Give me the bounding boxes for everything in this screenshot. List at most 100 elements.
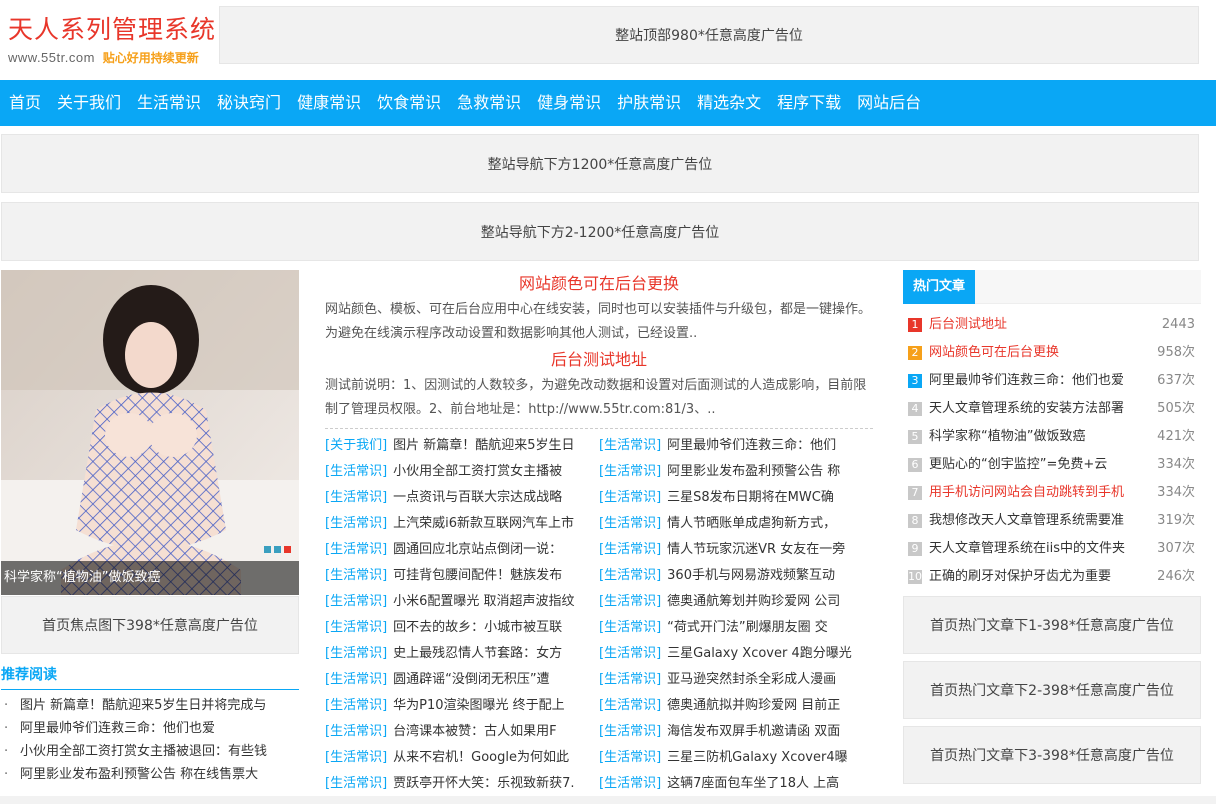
article-category-link[interactable]: [生活常识] [599, 464, 661, 479]
recommend-item-title[interactable]: 阿里影业发布盈利预警公告 称在线售票大 [20, 767, 258, 782]
hot-item-title[interactable]: 更贴心的“创宇监控”=免费+云 [929, 451, 1149, 479]
article-category-link[interactable]: [生活常识] [599, 568, 661, 583]
hot-item-title[interactable]: 正确的刷牙对保护牙齿尤为重要 [929, 563, 1149, 591]
recommend-item-title[interactable]: 阿里最帅爷们连救三命：他们也爱 [20, 721, 215, 736]
article-title-link[interactable]: 华为P10渲染图曝光 终于配上 [393, 698, 565, 713]
nav-item[interactable]: 饮食常识 [369, 80, 449, 126]
article-category-link[interactable]: [生活常识] [599, 438, 661, 453]
article-category-link[interactable]: [生活常识] [325, 724, 387, 739]
article-category-link[interactable]: [生活常识] [325, 594, 387, 609]
nav-item[interactable]: 首页 [1, 80, 49, 126]
hot-item-title[interactable]: 阿里最帅爷们连救三命：他们也爱 [929, 367, 1149, 395]
hot-item-title[interactable]: 网站颜色可在后台更换 [929, 339, 1149, 367]
ad-below-hot-2[interactable]: 首页热门文章下2-398*任意高度广告位 [903, 661, 1201, 719]
article-category-link[interactable]: [生活常识] [325, 646, 387, 661]
hot-item-title[interactable]: 用手机访问网站会自动跳转到手机 [929, 479, 1149, 507]
article-title-link[interactable]: 阿里影业发布盈利预警公告 称 [667, 464, 840, 479]
site-logo[interactable]: 天人系列管理系统 www.55tr.com 贴心好用持续更新 [8, 10, 215, 70]
article-category-link[interactable]: [生活常识] [325, 750, 387, 765]
hot-item[interactable]: 8 我想修改天人文章管理系统需要准 319次 [903, 507, 1201, 535]
hot-item-title[interactable]: 科学家称“植物油”做饭致癌 [929, 423, 1149, 451]
nav-item[interactable]: 精选杂文 [689, 80, 769, 126]
article-title-link[interactable]: 德奥通航拟并购珍爱网 目前正 [667, 698, 840, 713]
article-title-link[interactable]: 圆通辟谣“没倒闭无积压”遭 [393, 672, 549, 687]
slide-dot[interactable] [274, 546, 281, 553]
article-category-link[interactable]: [生活常识] [599, 724, 661, 739]
hot-item[interactable]: 6 更贴心的“创宇监控”=免费+云 334次 [903, 451, 1201, 479]
article-category-link[interactable]: [生活常识] [599, 646, 661, 661]
hot-item-title[interactable]: 后台测试地址 [929, 311, 1149, 339]
article-title-link[interactable]: 海信发布双屏手机邀请函 双面 [667, 724, 840, 739]
article-category-link[interactable]: [生活常识] [599, 516, 661, 531]
article-title-link[interactable]: 小米6配置曝光 取消超声波指纹 [393, 594, 574, 609]
nav-item[interactable]: 急救常识 [449, 80, 529, 126]
article-category-link[interactable]: [生活常识] [325, 698, 387, 713]
nav-item[interactable]: 健康常识 [289, 80, 369, 126]
article-category-link[interactable]: [生活常识] [599, 620, 661, 635]
headline-title[interactable]: 后台测试地址 [325, 346, 873, 374]
hot-item[interactable]: 5 科学家称“植物油”做饭致癌 421次 [903, 423, 1201, 451]
article-title-link[interactable]: 三星S8发布日期将在MWC确 [667, 490, 834, 505]
nav-item[interactable]: 秘诀窍门 [209, 80, 289, 126]
ad-below-hot-1[interactable]: 首页热门文章下1-398*任意高度广告位 [903, 596, 1201, 654]
hot-item[interactable]: 7 用手机访问网站会自动跳转到手机 334次 [903, 479, 1201, 507]
nav-item[interactable]: 护肤常识 [609, 80, 689, 126]
article-title-link[interactable]: 圆通回应北京站点倒闭一说： [393, 542, 562, 557]
recommend-item[interactable]: · 图片 新篇章！酷航迎来5岁生日并将完成与 [1, 694, 299, 717]
article-title-link[interactable]: “荷式开门法”刷爆朋友圈 交 [667, 620, 828, 635]
ad-below-focus[interactable]: 首页焦点图下398*任意高度广告位 [1, 596, 299, 654]
nav-item[interactable]: 网站后台 [849, 80, 929, 126]
article-title-link[interactable]: 德奥通航筹划并购珍爱网 公司 [667, 594, 840, 609]
article-category-link[interactable]: [生活常识] [599, 698, 661, 713]
article-category-link[interactable]: [生活常识] [325, 672, 387, 687]
article-title-link[interactable]: 三星Galaxy Xcover 4跑分曝光 [667, 646, 852, 661]
article-title-link[interactable]: 亚马逊突然封杀全彩成人漫画 [667, 672, 836, 687]
article-category-link[interactable]: [生活常识] [599, 672, 661, 687]
article-category-link[interactable]: [生活常识] [325, 620, 387, 635]
focus-caption[interactable]: 科学家称“植物油”做饭致癌 [1, 561, 299, 595]
slide-dot[interactable] [264, 546, 271, 553]
article-category-link[interactable]: [生活常识] [325, 776, 387, 791]
ad-below-nav-1[interactable]: 整站导航下方1200*任意高度广告位 [1, 134, 1199, 193]
article-title-link[interactable]: 贾跃亭开怀大笑：乐视致新获7. [393, 776, 574, 791]
nav-item[interactable]: 健身常识 [529, 80, 609, 126]
article-title-link[interactable]: 可挂背包腰间配件！魅族发布 [393, 568, 562, 583]
hot-item[interactable]: 1 后台测试地址 2443 [903, 311, 1201, 339]
recommend-item[interactable]: · 小伙用全部工资打赏女主播被退回：有些钱 [1, 740, 299, 763]
ad-below-hot-3[interactable]: 首页热门文章下3-398*任意高度广告位 [903, 726, 1201, 784]
article-title-link[interactable]: 从来不宕机！Google为何如此 [393, 750, 569, 765]
article-title-link[interactable]: 三星三防机Galaxy Xcover4曝 [667, 750, 847, 765]
nav-item[interactable]: 关于我们 [49, 80, 129, 126]
slide-dot-active[interactable] [284, 546, 291, 553]
ad-top-banner[interactable]: 整站顶部980*任意高度广告位 [219, 6, 1199, 64]
article-category-link[interactable]: [生活常识] [325, 568, 387, 583]
article-title-link[interactable]: 360手机与网易游戏频繁互动 [667, 568, 835, 583]
article-title-link[interactable]: 图片 新篇章！酷航迎来5岁生日 [393, 438, 574, 453]
article-title-link[interactable]: 一点资讯与百联大宗达成战略 [393, 490, 562, 505]
hot-item-title[interactable]: 天人文章管理系统在iis中的文件夹 [929, 535, 1149, 563]
hot-item[interactable]: 9 天人文章管理系统在iis中的文件夹 307次 [903, 535, 1201, 563]
nav-item[interactable]: 程序下载 [769, 80, 849, 126]
article-title-link[interactable]: 阿里最帅爷们连救三命：他们 [667, 438, 836, 453]
article-category-link[interactable]: [生活常识] [599, 490, 661, 505]
slideshow-dots[interactable] [264, 546, 291, 553]
hot-item[interactable]: 2 网站颜色可在后台更换 958次 [903, 339, 1201, 367]
recommend-item[interactable]: · 阿里最帅爷们连救三命：他们也爱 [1, 717, 299, 740]
article-title-link[interactable]: 上汽荣威i6新款互联网汽车上市 [393, 516, 574, 531]
article-category-link[interactable]: [生活常识] [599, 776, 661, 791]
article-title-link[interactable]: 台湾课本被赞：古人如果用F [393, 724, 556, 739]
ad-below-nav-2[interactable]: 整站导航下方2-1200*任意高度广告位 [1, 202, 1199, 261]
nav-item[interactable]: 生活常识 [129, 80, 209, 126]
article-category-link[interactable]: [生活常识] [325, 516, 387, 531]
recommend-item-title[interactable]: 小伙用全部工资打赏女主播被退回：有些钱 [20, 744, 267, 759]
hot-item[interactable]: 10 正确的刷牙对保护牙齿尤为重要 246次 [903, 563, 1201, 591]
article-category-link[interactable]: [生活常识] [325, 490, 387, 505]
article-title-link[interactable]: 回不去的故乡：小城市被互联 [393, 620, 562, 635]
hot-item-title[interactable]: 我想修改天人文章管理系统需要准 [929, 507, 1149, 535]
article-category-link[interactable]: [关于我们] [325, 438, 387, 453]
article-title-link[interactable]: 情人节玩家沉迷VR 女友在一旁 [667, 542, 845, 557]
article-category-link[interactable]: [生活常识] [325, 542, 387, 557]
article-category-link[interactable]: [生活常识] [599, 594, 661, 609]
article-category-link[interactable]: [生活常识] [325, 464, 387, 479]
article-category-link[interactable]: [生活常识] [599, 750, 661, 765]
